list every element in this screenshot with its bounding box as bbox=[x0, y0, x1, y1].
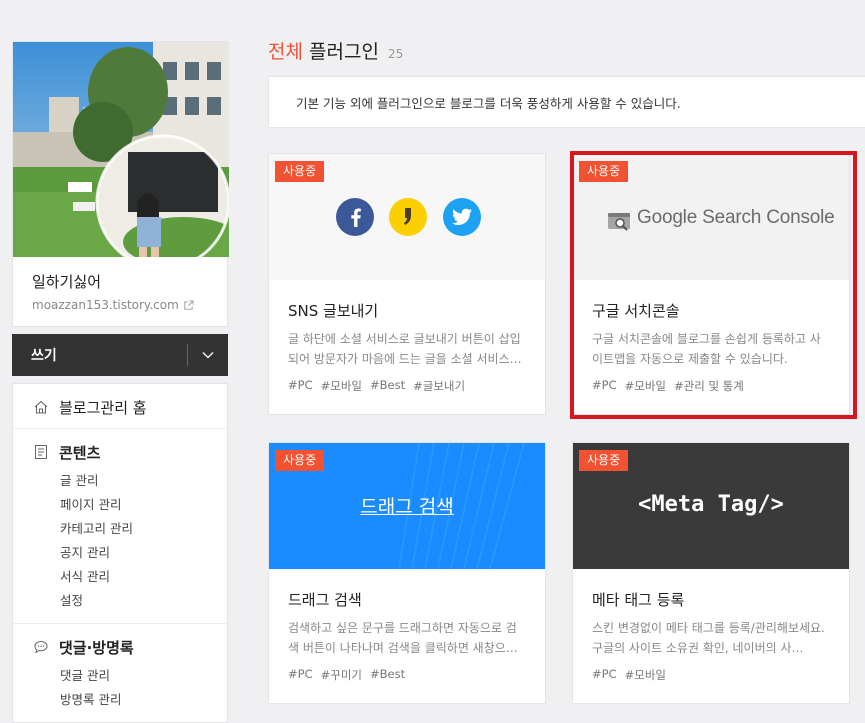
plugin-visual-sns: 사용중 bbox=[269, 154, 545, 280]
status-badge: 사용중 bbox=[579, 450, 629, 471]
plugin-title[interactable]: SNS 글보내기 bbox=[288, 301, 526, 321]
plugin-tags: #PC #모바일 bbox=[592, 667, 830, 683]
speech-bubble-icon bbox=[33, 639, 49, 655]
search-console-icon bbox=[608, 213, 630, 231]
plugin-tags: #PC #꾸미기 #Best bbox=[288, 667, 526, 683]
profile-card: 일하기싫어 moazzan153.tistory.com bbox=[12, 41, 229, 327]
description-text: 기본 기능 외에 플러그인으로 블로그를 더욱 풍성하게 사용할 수 있습니다. bbox=[296, 95, 681, 111]
menu-contents-label[interactable]: 콘텐츠 bbox=[59, 442, 100, 463]
menu-item-home[interactable]: 블로그관리 홈 bbox=[13, 396, 227, 418]
plugin-card-meta-tag[interactable]: 사용중 <Meta Tag/> 메타 태그 등록 스킨 변경없이 메타 태그를 … bbox=[572, 442, 850, 704]
drag-visual-text: 드래그 검색 bbox=[360, 496, 454, 518]
submenu-page-manage[interactable]: 페이지 관리 bbox=[13, 493, 227, 517]
plugin-desc: 구글 서치콘솔에 블로그를 손쉽게 등록하고 사이트맵을 자동으로 제출할 수 … bbox=[592, 332, 821, 366]
gsc-logo-text: Google Search Console bbox=[637, 207, 835, 228]
tag: #PC bbox=[288, 378, 313, 392]
status-badge: 사용중 bbox=[579, 161, 629, 182]
home-icon bbox=[33, 399, 49, 415]
title-filter: 전체 bbox=[268, 41, 303, 63]
title-text: 플러그인 bbox=[309, 41, 379, 63]
meta-visual-text: <Meta Tag/> bbox=[638, 492, 784, 517]
submenu-settings[interactable]: 설정 bbox=[13, 589, 227, 613]
plugin-card-google-search-console[interactable]: 사용중 Google Search Console 구글 서치콘솔 구글 서치콘… bbox=[572, 153, 850, 415]
plugin-visual-drag: 사용중 드래그 검색 bbox=[269, 443, 545, 569]
external-link-icon[interactable] bbox=[183, 299, 194, 311]
menu-item-contents[interactable]: 콘텐츠 bbox=[13, 441, 227, 463]
description-box: 기본 기능 외에 플러그인으로 블로그를 더욱 풍성하게 사용할 수 있습니다. bbox=[268, 76, 865, 128]
menu-section-comments: 댓글·방명록 댓글 관리 방명록 관리 bbox=[13, 624, 227, 722]
tag: #PC bbox=[288, 667, 313, 681]
facebook-icon bbox=[336, 198, 374, 236]
plugin-desc: 스킨 변경없이 메타 태그를 등록/관리해보세요. 구글의 사이트 소유권 확인… bbox=[592, 621, 825, 655]
menu-section-home: 블로그관리 홈 bbox=[13, 384, 227, 429]
plugin-title[interactable]: 드래그 검색 bbox=[288, 590, 526, 610]
plugin-card-drag-search[interactable]: 사용중 드래그 검색 드래그 검색 검색하고 싶은 문구를 드래그하면 자동으로… bbox=[268, 442, 546, 704]
document-icon bbox=[33, 444, 49, 460]
plugin-count: 25 bbox=[387, 47, 404, 61]
plugin-desc: 검색하고 싶은 문구를 드래그하면 자동으로 검색 버튼이 나타나며 검색을 클… bbox=[288, 621, 518, 655]
admin-menu: 블로그관리 홈 콘텐츠 글 관리 페이지 관리 카테고리 관리 공지 관리 서식… bbox=[12, 383, 228, 723]
status-badge: 사용중 bbox=[275, 450, 325, 471]
plugins-main: 전체 플러그인 25 기본 기능 외에 플러그인으로 블로그를 더욱 풍성하게 … bbox=[268, 41, 865, 128]
tag: #모바일 bbox=[624, 379, 666, 393]
page-title: 전체 플러그인 25 bbox=[268, 41, 865, 65]
tag: #관리 및 통계 bbox=[674, 379, 744, 393]
tag: #꾸미기 bbox=[320, 668, 362, 682]
blog-url[interactable]: moazzan153.tistory.com bbox=[32, 298, 212, 312]
profile-photo[interactable] bbox=[13, 42, 229, 257]
sidebar: 일하기싫어 moazzan153.tistory.com 쓰기 블로그관리 홈 … bbox=[12, 41, 229, 723]
menu-home-label[interactable]: 블로그관리 홈 bbox=[59, 397, 147, 418]
tag: #모바일 bbox=[320, 379, 362, 393]
submenu-template-manage[interactable]: 서식 관리 bbox=[13, 565, 227, 589]
submenu-category-manage[interactable]: 카테고리 관리 bbox=[13, 517, 227, 541]
plugin-title[interactable]: 메타 태그 등록 bbox=[592, 590, 830, 610]
menu-comments-label[interactable]: 댓글·방명록 bbox=[59, 637, 134, 658]
plugin-desc: 글 하단에 소셜 서비스로 글보내기 버튼이 삽입되어 방문자가 마음에 드는 … bbox=[288, 332, 522, 366]
plugin-tags: #PC #모바일 #관리 및 통계 bbox=[592, 378, 830, 394]
write-bar: 쓰기 bbox=[12, 334, 228, 376]
write-dropdown-toggle[interactable] bbox=[188, 334, 228, 376]
plugin-visual-meta: 사용중 <Meta Tag/> bbox=[573, 443, 849, 569]
plugin-visual-gsc: 사용중 Google Search Console bbox=[573, 154, 849, 280]
tag: #PC bbox=[592, 667, 617, 681]
menu-section-contents: 콘텐츠 글 관리 페이지 관리 카테고리 관리 공지 관리 서식 관리 설정 bbox=[13, 429, 227, 624]
tag: #PC bbox=[592, 378, 617, 392]
submenu-post-manage[interactable]: 글 관리 bbox=[13, 469, 227, 493]
kakaostory-icon bbox=[389, 198, 427, 236]
menu-item-comments[interactable]: 댓글·방명록 bbox=[13, 636, 227, 658]
blog-name[interactable]: 일하기싫어 bbox=[32, 271, 212, 293]
comments-submenu: 댓글 관리 방명록 관리 bbox=[13, 664, 227, 712]
submenu-comment-manage[interactable]: 댓글 관리 bbox=[13, 664, 227, 688]
plugin-tags: #PC #모바일 #Best #글보내기 bbox=[288, 378, 526, 394]
write-button[interactable]: 쓰기 bbox=[12, 345, 187, 365]
plugin-title[interactable]: 구글 서치콘솔 bbox=[592, 301, 830, 321]
contents-submenu: 글 관리 페이지 관리 카테고리 관리 공지 관리 서식 관리 설정 bbox=[13, 469, 227, 613]
submenu-notice-manage[interactable]: 공지 관리 bbox=[13, 541, 227, 565]
sns-icons bbox=[336, 198, 481, 236]
plugin-card-sns[interactable]: 사용중 SNS 글보내기 글 하단에 소셜 서비스로 글보내기 버튼이 삽입되어… bbox=[268, 153, 546, 415]
tag: #Best bbox=[370, 667, 406, 681]
blog-url-text[interactable]: moazzan153.tistory.com bbox=[32, 298, 179, 312]
tag: #글보내기 bbox=[413, 379, 466, 393]
twitter-icon bbox=[443, 198, 481, 236]
chevron-down-icon bbox=[202, 352, 214, 359]
tag: #모바일 bbox=[624, 668, 666, 682]
tag: #Best bbox=[370, 378, 406, 392]
submenu-guestbook-manage[interactable]: 방명록 관리 bbox=[13, 688, 227, 712]
